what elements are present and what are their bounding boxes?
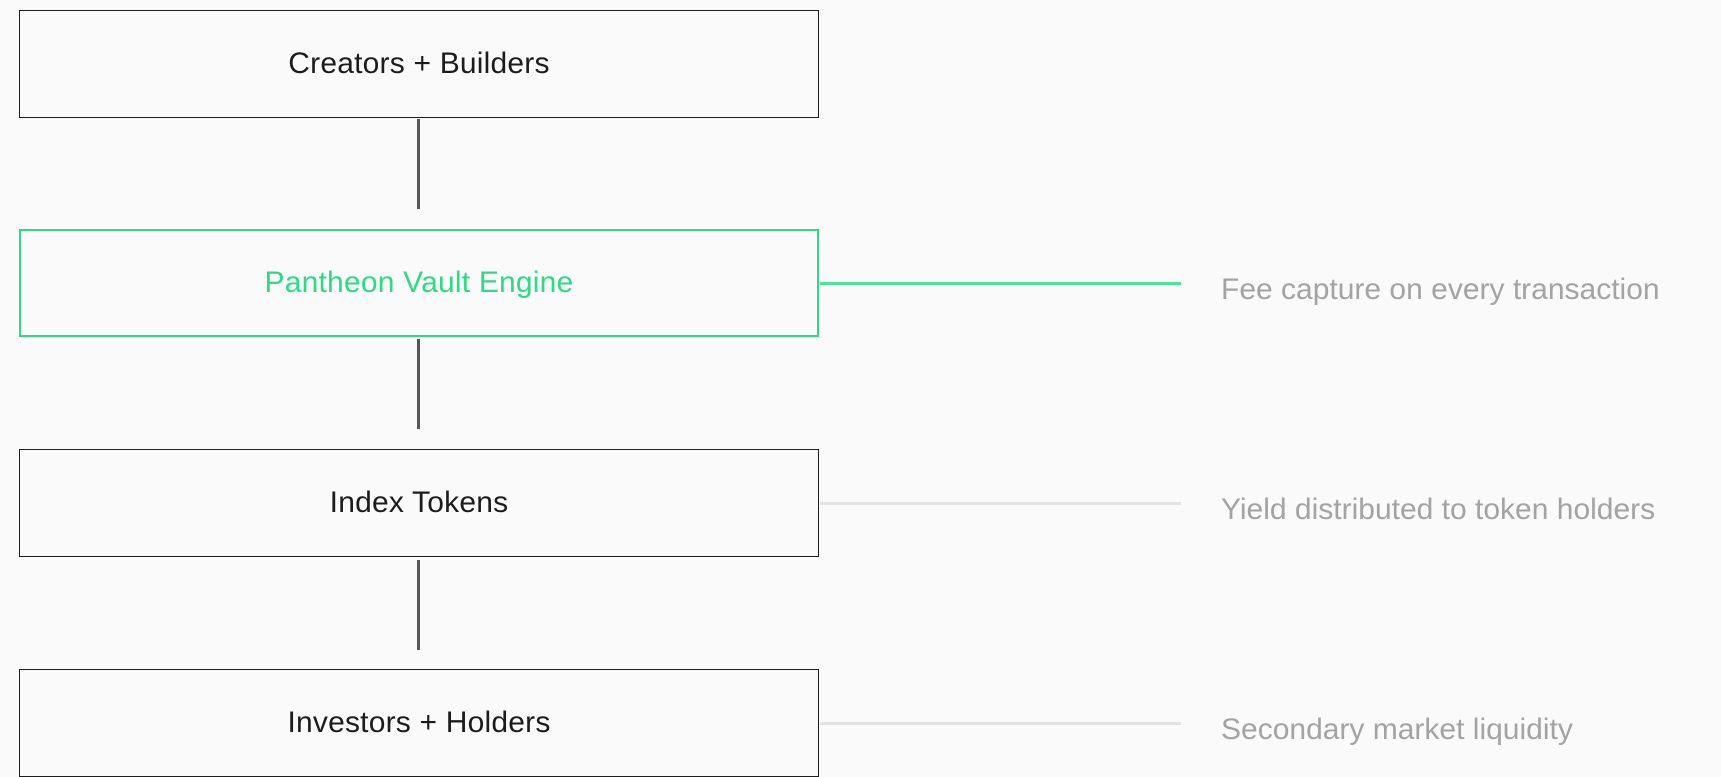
node-label: Investors + Holders — [287, 706, 551, 739]
node-creators-builders: Creators + Builders — [19, 10, 819, 118]
annotation-line-yield — [820, 502, 1181, 505]
connector-index-to-investors — [417, 560, 420, 650]
node-pantheon-vault-engine: Pantheon Vault Engine — [19, 229, 819, 337]
node-label: Index Tokens — [329, 486, 509, 519]
node-label: Creators + Builders — [288, 47, 550, 80]
annotation-line-secondary-market — [820, 722, 1181, 725]
annotation-yield-distributed: Yield distributed to token holders — [1221, 493, 1656, 526]
connector-creators-to-vault — [417, 119, 420, 209]
node-investors-holders: Investors + Holders — [19, 669, 819, 777]
annotation-line-fee-capture — [820, 282, 1181, 285]
annotation-fee-capture: Fee capture on every transaction — [1221, 273, 1660, 306]
connector-vault-to-index — [417, 339, 420, 429]
annotation-secondary-market-liquidity: Secondary market liquidity — [1221, 713, 1573, 746]
node-label: Pantheon Vault Engine — [264, 266, 574, 299]
node-index-tokens: Index Tokens — [19, 449, 819, 557]
